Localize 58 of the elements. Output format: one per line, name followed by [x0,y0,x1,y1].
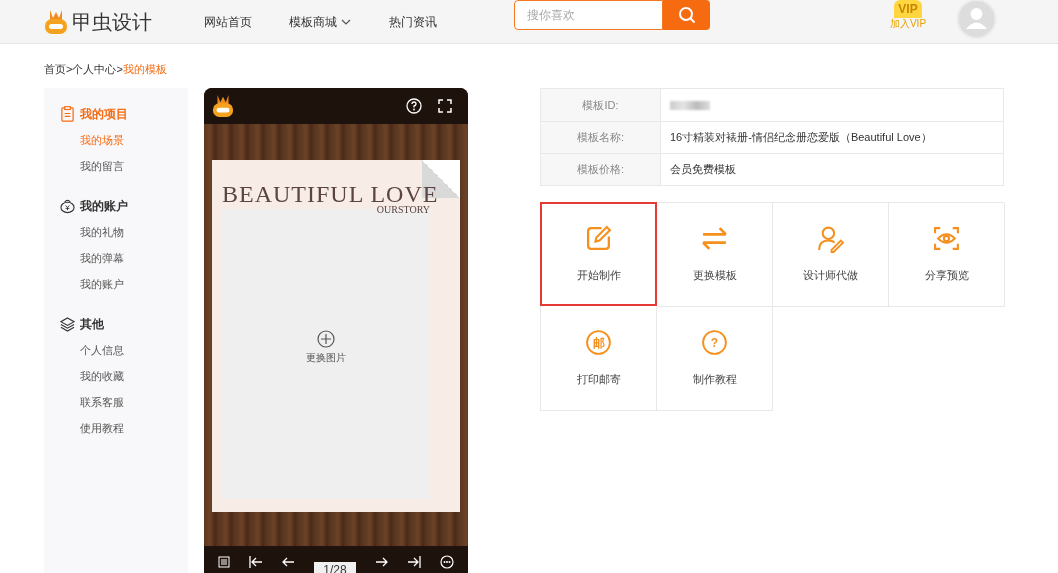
more-icon[interactable] [439,555,454,569]
sidebar-item[interactable]: 我的留言 [80,156,188,176]
circle-icon [584,329,613,357]
fullscreen-icon[interactable] [438,99,452,113]
sidebar-item[interactable]: 我的账户 [80,274,188,294]
album-title: BEAUTIFUL LOVE [222,182,439,206]
sidebar-item[interactable]: 我的弹幕 [80,248,188,268]
icon-glyph: ? [710,337,719,349]
nav-link[interactable]: 网站首页 [204,12,289,31]
sidebar-item[interactable]: 我的礼物 [80,222,188,242]
sidebar-item[interactable]: 我的收藏 [80,366,188,386]
info-value: 会员免费模板 [670,162,736,178]
icon-glyph: 邮 [592,337,605,349]
list-icon[interactable] [218,556,230,568]
breadcrumb-separator: > [116,61,123,77]
add-icon [317,330,335,348]
sidebar-group-title[interactable]: 其他 [80,315,104,333]
search-icon [677,6,696,24]
action-tile[interactable]: 开始制作 [540,202,657,306]
blurred-value [670,100,710,110]
logo-icon [212,93,234,119]
action-tile[interactable]: 更换模板 [657,203,773,307]
action-tile[interactable]: 设计师代做 [773,203,889,307]
search-field[interactable]: 搜你喜欢 [514,0,663,30]
info-label: 模板ID: [582,97,619,113]
info-label: 模板名称: [576,130,625,146]
vip-label: 加入VIP [889,18,927,30]
sidebar-group-title[interactable]: 我的账户 [80,197,128,215]
last-page-icon[interactable] [407,556,422,568]
action-tile[interactable]: ? 制作教程 [657,307,773,411]
clipboard-icon [60,106,75,122]
nav-link[interactable]: 热门资讯 [389,12,474,31]
search-button[interactable] [663,0,710,30]
sidebar-item[interactable]: 个人信息 [80,340,188,360]
breadcrumb-separator: > [66,61,73,77]
next-page-icon[interactable] [374,556,389,568]
first-page-icon[interactable] [248,556,263,568]
action-tile[interactable]: 分享预览 [889,203,1005,307]
sidebar-item[interactable]: 使用教程 [80,418,188,438]
vip-badge: VIP [894,0,922,18]
logo-text: 甲虫设计 [72,9,152,35]
breadcrumb-link[interactable]: 首页 [44,60,66,78]
swap-icon [700,225,729,253]
money-bag-icon [60,198,75,214]
info-label: 模板价格: [576,162,625,178]
help-icon[interactable] [406,98,422,114]
breadcrumb-link[interactable]: 个人中心 [72,60,117,78]
sidebar-item[interactable]: 联系客服 [80,392,188,412]
circle-icon [700,329,729,357]
eye-icon [932,225,961,253]
prev-page-icon[interactable] [281,556,296,568]
placeholder-label: 更换图片 [306,351,346,365]
info-value: 16寸精装对裱册-情侣纪念册恋爱版（Beautiful Love） [670,130,932,146]
action-tile[interactable]: 邮 打印邮寄 [541,307,657,411]
nav-link[interactable]: 模板商城 [289,12,389,31]
person-pencil-icon [816,225,845,253]
edit-icon [584,225,613,253]
layers-icon [60,316,75,332]
